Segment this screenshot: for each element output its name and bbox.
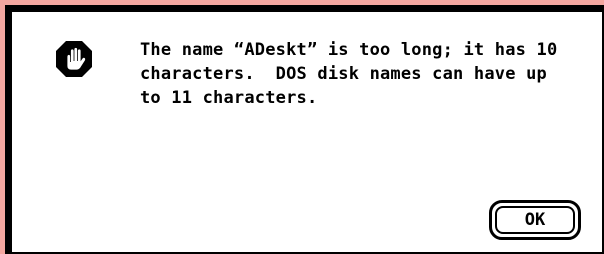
ok-button[interactable]: OK: [489, 200, 581, 240]
ok-button-label: OK: [495, 206, 575, 234]
alert-dialog-content: The name “ADeskt” is too long; it has 10…: [10, 10, 602, 252]
stop-hand-icon: [55, 40, 93, 78]
alert-dialog: The name “ADeskt” is too long; it has 10…: [5, 5, 604, 254]
alert-message: The name “ADeskt” is too long; it has 10…: [140, 40, 558, 108]
